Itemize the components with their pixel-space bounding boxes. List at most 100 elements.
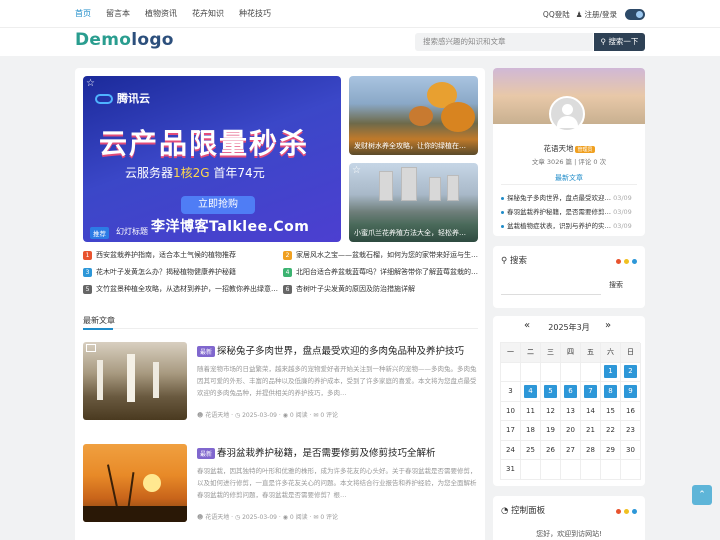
- nav-item-guestbook[interactable]: 留言本: [106, 0, 130, 28]
- list-item[interactable]: 6 杏树叶子尖发黄的原因及防治措施详解: [283, 284, 479, 298]
- calendar-day[interactable]: 7: [581, 382, 601, 402]
- sidebar-search-input[interactable]: [501, 279, 601, 295]
- profile-stats: 文章 3026 篇 | 评论 0 次: [531, 158, 607, 166]
- control-panel-widget: ◔ 控制面板 您好，欢迎到访网站!: [493, 496, 645, 540]
- slide-title[interactable]: 幻灯标题: [116, 226, 148, 237]
- article-card[interactable]: 最新 春羽盆栽养护秘籍，是否需要修剪及修剪技巧全解析 春羽盆栽，因其独特的叶形和…: [83, 444, 478, 524]
- back-to-top-button[interactable]: ⌃: [692, 485, 712, 505]
- latest-articles-label: 最新文章: [555, 174, 583, 182]
- slide-brand: 腾讯云: [95, 90, 150, 106]
- building-shape: [447, 175, 459, 201]
- calendar-weekday: 一: [501, 343, 521, 363]
- article-title[interactable]: 春羽盆栽养护秘籍，是否需要修剪及修剪技巧全解析: [217, 445, 477, 459]
- list-item[interactable]: 1 西安盆栽养护指南，适合本土气候的植物推荐: [83, 250, 279, 264]
- calendar-weekday: 二: [521, 343, 541, 363]
- calendar-day: 27: [561, 440, 581, 460]
- admin-badge: 管理员: [575, 146, 595, 153]
- main-nav: 首页 留言本 植物资讯 花卉知识 种花技巧: [75, 0, 286, 28]
- calendar-day: 26: [541, 440, 561, 460]
- calendar-day: 25: [521, 440, 541, 460]
- list-item[interactable]: 春羽盆栽养护秘籍，是否需要修剪… 03/09: [501, 206, 641, 216]
- search-button-label: 搜索一下: [608, 37, 639, 46]
- list-item[interactable]: 盆栽植物症状表，识别与养护的实… 03/09: [501, 220, 641, 230]
- comment-icon: ✉: [313, 412, 319, 419]
- calendar-day: 16: [621, 401, 641, 421]
- featured-caption-2: 小蜜爪兰花养殖方法大全，轻松养…: [354, 229, 466, 237]
- article-card[interactable]: 最新 探秘兔子多肉世界，盘点最受欢迎的多肉兔品种及养护技巧 随着宠物市场的日益繁…: [83, 342, 478, 422]
- search-icon: ⚲: [501, 256, 508, 266]
- article-title[interactable]: 探秘兔子多肉世界，盘点最受欢迎的多肉兔品种及养护技巧: [217, 343, 477, 357]
- calendar-empty-cell: [521, 460, 541, 480]
- ground-shape: [83, 506, 187, 522]
- slide-cta-button[interactable]: 立即抢购: [181, 196, 255, 214]
- article-thumbnail[interactable]: [83, 444, 187, 522]
- calendar-empty-cell: [501, 362, 521, 382]
- calendar-day: 13: [561, 401, 581, 421]
- site-logo[interactable]: Demologo: [75, 30, 174, 50]
- section-title: 最新文章: [83, 316, 115, 325]
- calendar-weekday: 五: [581, 343, 601, 363]
- logo-part-a: Demo: [75, 30, 132, 50]
- list-item[interactable]: 3 花木叶子发黄怎么办？揭秘植物健康养护秘籍: [83, 267, 279, 281]
- nav-item-planting-tips[interactable]: 种花技巧: [239, 0, 271, 28]
- star-icon[interactable]: ☆: [352, 165, 361, 176]
- clock-icon: ◷: [234, 514, 241, 521]
- search-button[interactable]: ⚲ 搜索一下: [594, 33, 645, 51]
- star-icon[interactable]: ☆: [86, 78, 95, 89]
- cloud-logo-icon: [95, 94, 113, 104]
- calendar-empty-cell: [561, 362, 581, 382]
- logo-part-b: logo: [131, 30, 174, 50]
- calendar-weekday: 日: [621, 343, 641, 363]
- rank-badge: 3: [83, 268, 92, 277]
- calendar-next-button[interactable]: »: [605, 320, 611, 331]
- image-icon: [86, 344, 96, 352]
- calendar-day: 17: [501, 421, 521, 441]
- chevron-up-icon: ⌃: [698, 490, 706, 500]
- eye-icon: ◉: [282, 412, 288, 419]
- calendar-day: 22: [601, 421, 621, 441]
- avatar[interactable]: [549, 96, 585, 132]
- calendar-day[interactable]: 8: [601, 382, 621, 402]
- calendar-weekday: 六: [601, 343, 621, 363]
- featured-image-2[interactable]: ☆ 小蜜爪兰花养殖方法大全，轻松养…: [349, 163, 478, 242]
- divider: [501, 184, 637, 185]
- article-meta: ☻ 花语天地 · ◷ 2025-03-09 · ◉ 0 阅读 · ✉ 0 评论: [197, 412, 339, 419]
- banner-slider[interactable]: ☆ 腾讯云 云产品限量秒杀 云服务器1核2G 首年74元 立即抢购 李洋博客Ta…: [83, 76, 341, 242]
- calendar-day: 28: [581, 440, 601, 460]
- calendar-day[interactable]: 4: [521, 382, 541, 402]
- main-content: ☆ 腾讯云 云产品限量秒杀 云服务器1核2G 首年74元 立即抢购 李洋博客Ta…: [75, 68, 485, 540]
- list-item[interactable]: 2 家居风水之宝——盆栽石榴，如何为您的家带来好运与生…: [283, 250, 479, 264]
- calendar-day[interactable]: 6: [561, 382, 581, 402]
- sidebar-search-button[interactable]: 搜索: [609, 280, 623, 290]
- article-thumbnail[interactable]: [83, 342, 187, 420]
- search-input[interactable]: 搜索感兴趣的知识和文章: [415, 33, 593, 51]
- calendar-day: 21: [581, 421, 601, 441]
- sun-shape: [143, 474, 161, 492]
- calendar-day[interactable]: 5: [541, 382, 561, 402]
- search-widget: ⚲ 搜索 搜索: [493, 246, 645, 308]
- profile-widget: 花语天地 管理员 文章 3026 篇 | 评论 0 次 最新文章 探秘兔子多肉世界…: [493, 68, 645, 236]
- calendar-day[interactable]: 2: [621, 362, 641, 382]
- nav-item-flower-knowledge[interactable]: 花卉知识: [192, 0, 224, 28]
- dark-mode-toggle[interactable]: [625, 8, 645, 20]
- list-item[interactable]: 4 北阳台适合养盆栽蓝莓吗？详细解答带你了解蓝莓盆栽的…: [283, 267, 479, 281]
- top-bar: 首页 留言本 植物资讯 花卉知识 种花技巧 QQ登陆 ♟ 注册/登录: [0, 0, 720, 28]
- nav-item-home[interactable]: 首页: [75, 0, 91, 28]
- featured-image-1[interactable]: 发财树水养全攻略，让你的绿植在…: [349, 76, 478, 155]
- building-shape: [379, 171, 393, 201]
- calendar-weekday: 四: [561, 343, 581, 363]
- calendar-empty-cell: [581, 460, 601, 480]
- list-item[interactable]: 5 文竹盆景种植全攻略，从选材到养护，一招教你养出绿意…: [83, 284, 279, 298]
- list-item[interactable]: 探秘兔子多肉世界，盘点最受欢迎… 03/09: [501, 192, 641, 202]
- nav-item-plant-news[interactable]: 植物资讯: [145, 0, 177, 28]
- qq-login-link[interactable]: QQ登陆: [543, 9, 570, 20]
- calendar-day: 3: [501, 382, 521, 402]
- register-login-link[interactable]: 注册/登录: [584, 9, 617, 20]
- calendar-empty-cell: [521, 362, 541, 382]
- calendar-empty-cell: [541, 460, 561, 480]
- slide-badge: 推荐: [90, 227, 109, 239]
- dashboard-icon: ◔: [501, 506, 509, 516]
- calendar-day[interactable]: 1: [601, 362, 621, 382]
- slide-watermark: 李洋博客Talklee.Com: [151, 219, 310, 235]
- calendar-day[interactable]: 9: [621, 382, 641, 402]
